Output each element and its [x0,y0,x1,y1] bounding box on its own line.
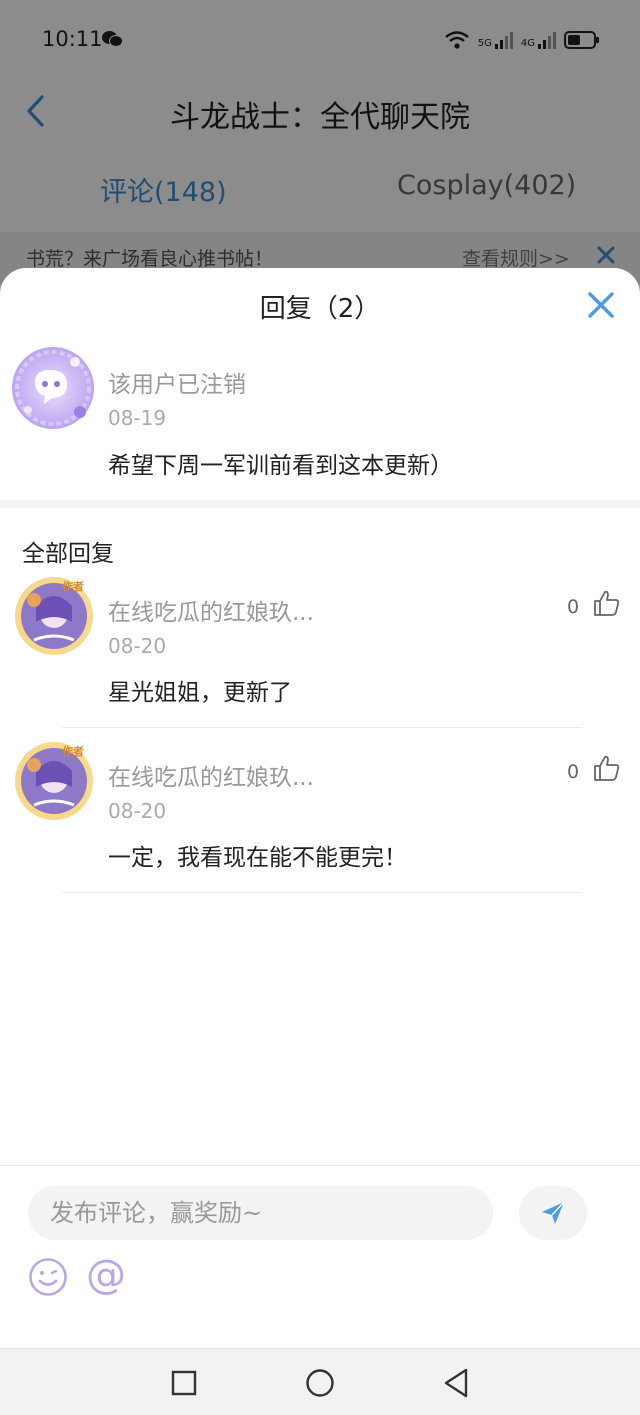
like-count: 0 [567,596,580,618]
thumbs-up-icon[interactable] [592,753,622,783]
reply-divider [62,892,582,893]
thumbs-up-icon[interactable] [592,588,622,618]
like-count: 0 [567,761,580,783]
reply-content: 星光姐姐，更新了 [108,680,292,706]
home-icon[interactable] [305,1368,335,1398]
reply-date: 08-20 [108,634,167,658]
main-comment: 该用户已注销 08-19 希望下周一军训前看到这本更新） [0,338,640,500]
sheet-title: 回复（2） [259,294,381,324]
close-icon[interactable] [586,290,616,320]
author-badge: 作者 [62,745,84,758]
comment-composer: @ [0,1165,640,1348]
reply-content: 一定，我看现在能不能更完！ [108,845,407,871]
reply-item: 作者 在线吃瓜的红娘玖... 08-20 一定，我看现在能不能更完！ 0 [0,741,640,906]
avatar[interactable] [10,338,96,434]
author-badge: 作者 [62,580,84,593]
reply-item: 作者 在线吃瓜的红娘玖... 08-20 星光姐姐，更新了 0 [0,576,640,741]
system-nav-bar [0,1348,640,1415]
back-triangle-icon[interactable] [441,1367,471,1399]
user-name[interactable]: 该用户已注销 [108,365,246,399]
emoji-icon[interactable] [28,1257,68,1297]
section-divider [0,500,640,508]
comment-date: 08-19 [108,406,167,430]
send-button[interactable] [519,1186,587,1240]
send-icon [542,1201,565,1224]
sheet-header: 回复（2） [0,268,640,338]
reply-divider [62,727,582,728]
user-name[interactable]: 在线吃瓜的红娘玖... [108,758,314,792]
user-name[interactable]: 在线吃瓜的红娘玖... [108,593,314,627]
avatar-image [12,347,94,429]
recent-apps-icon[interactable] [171,1370,197,1396]
reply-date: 08-20 [108,799,167,823]
mention-icon[interactable]: @ [86,1253,126,1297]
comment-content: 希望下周一军训前看到这本更新） [108,453,453,479]
comment-input[interactable] [28,1186,493,1240]
all-replies-title: 全部回复 [22,541,114,567]
